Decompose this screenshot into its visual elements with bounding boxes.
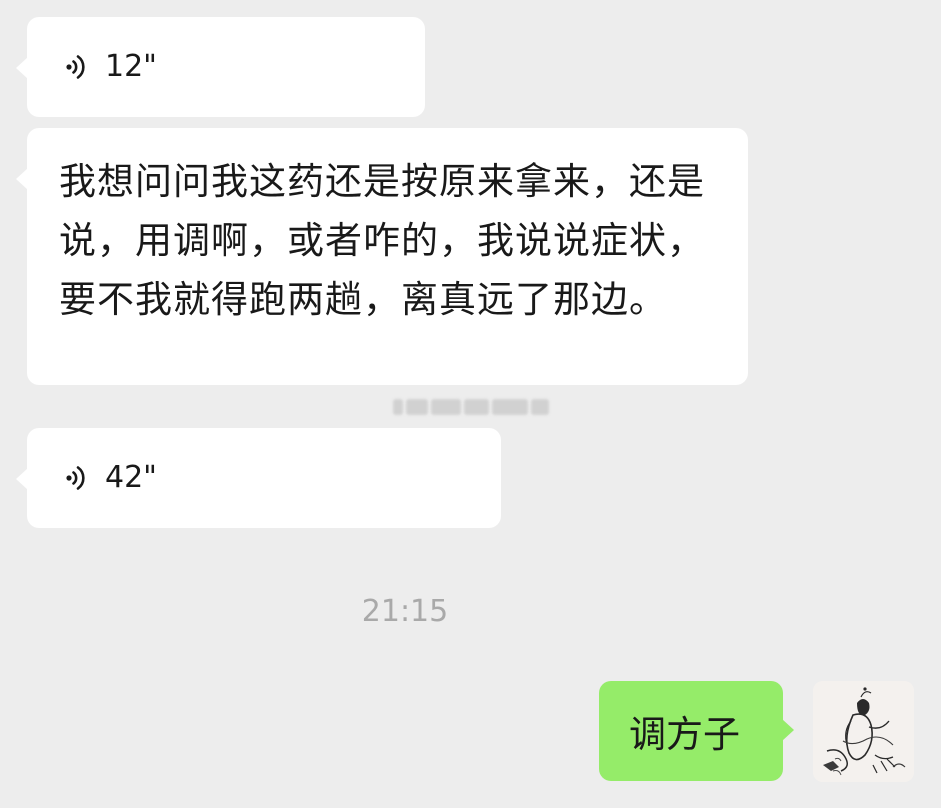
voice-wave-icon <box>66 55 85 79</box>
text-message-bubble[interactable]: 我想问问我这药还是按原来拿来，还是说，用调啊，或者咋的，我说说症状，要不我就得跑… <box>16 128 748 385</box>
user-avatar[interactable] <box>813 681 914 782</box>
voice-message-bubble[interactable]: 42" <box>16 428 501 528</box>
voice-message-content: 12" <box>61 17 157 117</box>
outgoing-message-bubble[interactable]: 调方子 <box>599 681 794 781</box>
voice-message-bubble[interactable]: 12" <box>16 17 425 117</box>
redacted-text <box>393 396 549 418</box>
outgoing-message-text: 调方子 <box>629 713 740 756</box>
voice-duration: 42" <box>105 460 157 495</box>
voice-message-content: 42" <box>61 428 157 528</box>
ink-figure-avatar-image <box>813 681 914 782</box>
message-text: 我想问问我这药还是按原来拿来，还是说，用调啊，或者咋的，我说说症状，要不我就得跑… <box>59 160 705 321</box>
voice-wave-icon <box>66 466 85 490</box>
message-timestamp: 21:15 <box>361 594 449 629</box>
voice-duration: 12" <box>105 49 157 84</box>
